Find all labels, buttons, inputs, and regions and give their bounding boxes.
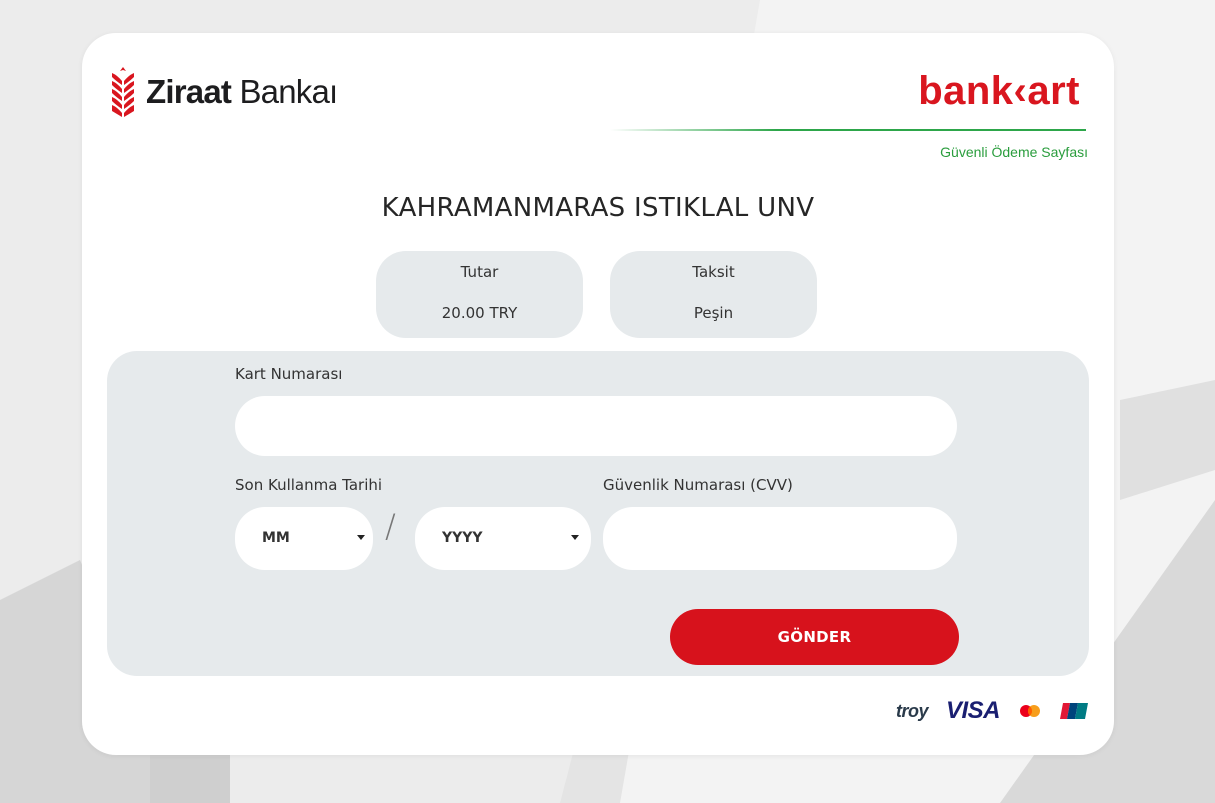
expiry-year-value: YYYY (442, 530, 483, 546)
expiry-separator: / (385, 507, 396, 545)
cvv-input[interactable] (603, 507, 957, 570)
expiry-month-value: MM (262, 530, 290, 546)
payment-card: Ziraat Bankaı bank‹art Güvenli Ödeme Say… (82, 33, 1114, 755)
header-divider (610, 129, 1086, 131)
unionpay-icon (1060, 703, 1088, 719)
submit-button[interactable]: GÖNDER (670, 609, 959, 665)
caret-down-icon (357, 535, 365, 540)
installment-label: Taksit (692, 263, 735, 281)
card-number-input[interactable] (235, 396, 957, 456)
visa-logo: VISA (945, 697, 1001, 724)
merchant-name: KAHRAMANMARAS ISTIKLAL UNV (381, 193, 815, 223)
cvv-label: Güvenlik Numarası (CVV) (603, 476, 793, 494)
expiry-label: Son Kullanma Tarihi (235, 476, 383, 494)
installment-box: Taksit Peşin (610, 251, 817, 338)
troy-logo: troy (895, 700, 929, 721)
amount-label: Tutar (460, 263, 499, 281)
expiry-month-select[interactable]: MM (235, 507, 373, 570)
secure-page-label: Güvenli Ödeme Sayfası (940, 144, 1088, 160)
bankkart-logo: bank‹art (918, 69, 1080, 113)
ziraat-logo: Ziraat Bankaı (110, 65, 338, 117)
caret-down-icon (571, 535, 579, 540)
card-number-label: Kart Numarası (235, 365, 343, 383)
mastercard-icon (1020, 705, 1040, 717)
amount-box: Tutar 20.00 TRY (376, 251, 583, 338)
installment-value: Peşin (693, 304, 734, 322)
card-form: Kart Numarası Son Kullanma Tarihi MM / Y… (107, 351, 1089, 676)
amount-value: 20.00 TRY (441, 304, 518, 322)
bank-name: Ziraat Bankaı (146, 72, 338, 110)
ziraat-wheat-icon (112, 67, 134, 117)
card-brands: troy VISA (896, 697, 1088, 725)
expiry-year-select[interactable]: YYYY (415, 507, 591, 570)
